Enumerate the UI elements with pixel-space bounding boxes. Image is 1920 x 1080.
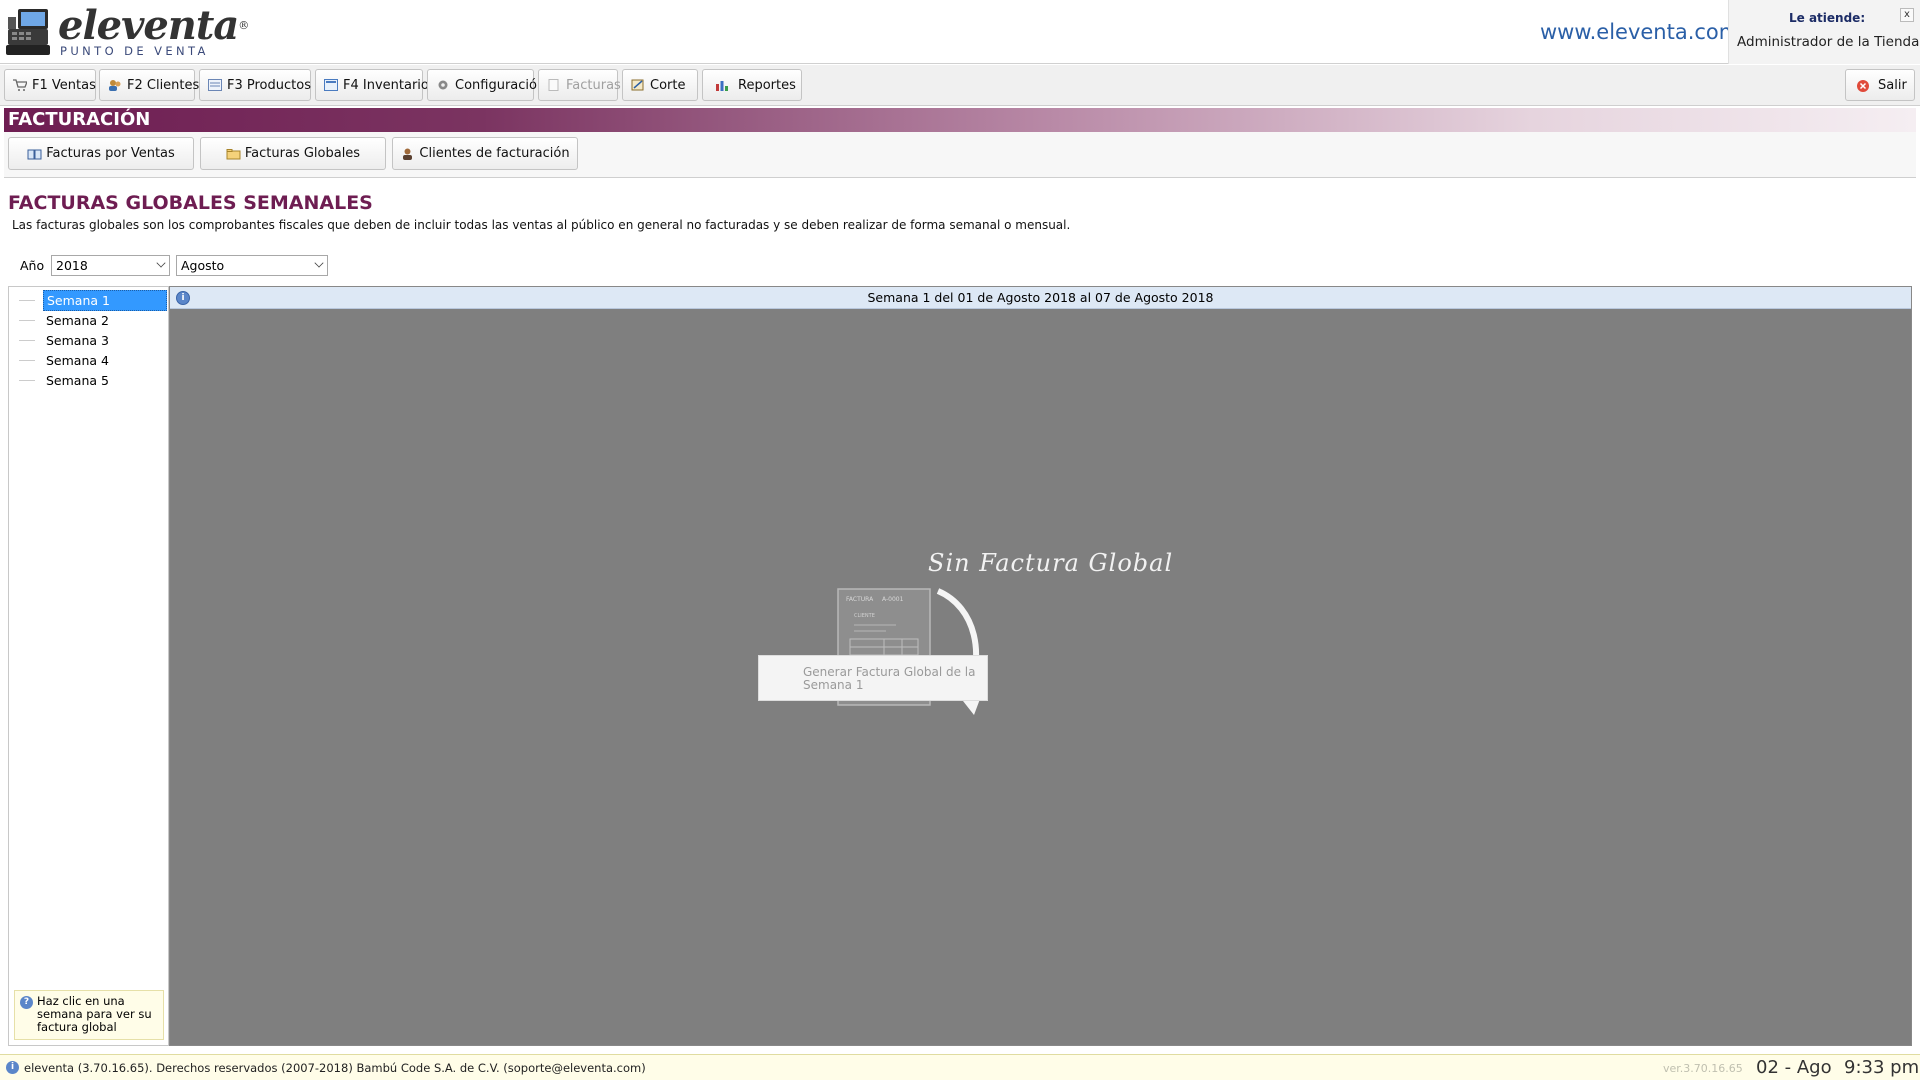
attendant-name: Administrador de la Tienda: [1737, 34, 1920, 50]
toolbar-clientes-label: F2 Clientes: [127, 77, 200, 93]
illus-doc-title: FACTURA: [846, 596, 874, 603]
tab-clientes-de-facturacion-label: Clientes de facturación: [419, 146, 570, 161]
chevron-down-icon: [156, 258, 166, 268]
section-title: FACTURACIÓN: [4, 108, 1916, 132]
status-date: 02 - Ago: [1756, 1057, 1832, 1078]
inventory-icon: [324, 79, 338, 91]
info-icon: i: [176, 291, 190, 305]
panel-header-text: Semana 1 del 01 de Agosto 2018 al 07 de …: [867, 290, 1214, 305]
website-link[interactable]: www.eleventa.com: [1540, 20, 1739, 44]
week-item-1[interactable]: Semana 1: [9, 289, 169, 311]
status-text: eleventa (3.70.16.65). Derechos reservad…: [24, 1061, 646, 1075]
toolbar-configuracion-button[interactable]: Configuración: [427, 69, 545, 101]
panel-header: i Semana 1 del 01 de Agosto 2018 al 07 d…: [170, 287, 1911, 309]
main-toolbar: F1 Ventas F2 Clientes F3 Productos F4 In…: [0, 65, 1920, 106]
attendant-label: Le atiende:: [1789, 11, 1866, 25]
year-label: Año: [20, 258, 45, 273]
clients-icon: [108, 79, 122, 91]
week-item-5[interactable]: Semana 5: [9, 370, 169, 390]
week-item-label: Semana 3: [46, 332, 109, 348]
week-item-4[interactable]: Semana 4: [9, 350, 169, 370]
folder-icon: [226, 148, 241, 160]
tab-facturas-globales-label: Facturas Globales: [244, 146, 361, 161]
cart-icon: [13, 79, 28, 91]
week-item-3[interactable]: Semana 3: [9, 330, 169, 350]
empty-state-title: Sin Factura Global: [928, 549, 1174, 577]
toolbar-configuracion-label: Configuración: [455, 77, 546, 93]
toolbar-ventas-button[interactable]: F1 Ventas: [4, 69, 96, 101]
year-select-value: 2018: [56, 258, 88, 273]
chart-icon: [715, 79, 729, 91]
products-icon: [208, 79, 222, 91]
toolbar-productos-button[interactable]: F3 Productos: [199, 69, 311, 101]
week-list: Semana 1 Semana 2 Semana 3 Semana 4 Sema…: [8, 286, 169, 1046]
generate-global-invoice-button[interactable]: Generar Factura Global de la Semana 1: [758, 655, 988, 701]
status-bar: i eleventa (3.70.16.65). Derechos reserv…: [0, 1054, 1920, 1080]
cash-register-icon: [4, 7, 52, 57]
version-label: ver.3.70.16.65: [1663, 1062, 1743, 1075]
week-item-label: Semana 2: [46, 312, 109, 328]
exit-button[interactable]: Salir: [1845, 69, 1915, 101]
month-select[interactable]: Agosto: [176, 255, 328, 276]
exit-label: Salir: [1878, 77, 1907, 93]
app-header: eleventa® PUNTO DE VENTA www.eleventa.co…: [0, 0, 1920, 64]
toolbar-facturas-button[interactable]: Facturas: [538, 69, 621, 101]
tab-facturas-por-ventas[interactable]: Facturas por Ventas: [8, 137, 194, 170]
info-icon: ?: [20, 996, 33, 1009]
info-icon: i: [6, 1061, 19, 1074]
toolbar-reportes-button[interactable]: Reportes: [702, 69, 802, 101]
toolbar-reportes-label: Reportes: [738, 77, 796, 93]
toolbar-ventas-label: F1 Ventas: [32, 77, 96, 93]
illus-doc-number: A-0001: [882, 596, 904, 603]
attendant-panel: Le atiende: Administrador de la Tienda x: [1728, 0, 1920, 64]
toolbar-inventario-button[interactable]: F4 Inventario: [315, 69, 429, 101]
exit-icon: [1856, 79, 1870, 92]
gear-icon: [436, 79, 450, 91]
week-item-label: Semana 4: [46, 352, 109, 368]
logo-name: eleventa®: [58, 2, 249, 49]
week-detail-panel: i Semana 1 del 01 de Agosto 2018 al 07 d…: [169, 286, 1912, 1046]
year-select[interactable]: 2018: [51, 255, 170, 276]
chevron-down-icon: [314, 258, 324, 268]
page-title: FACTURAS GLOBALES SEMANALES: [8, 192, 373, 214]
week-item-label: Semana 1: [43, 289, 167, 311]
toolbar-corte-button[interactable]: Corte: [622, 69, 698, 101]
tab-facturas-globales[interactable]: Facturas Globales: [200, 137, 386, 170]
month-select-value: Agosto: [181, 258, 225, 273]
toolbar-facturas-label: Facturas: [566, 77, 621, 93]
hint-text: Haz clic en una semana para ver su factu…: [37, 994, 152, 1034]
tab-facturas-por-ventas-label: Facturas por Ventas: [46, 146, 175, 161]
status-time: 9:33 pm: [1844, 1057, 1920, 1078]
close-button[interactable]: x: [1900, 8, 1914, 22]
section-tabs: Facturas por Ventas Facturas Globales Cl…: [4, 132, 1916, 178]
illus-doc-client: CLIENTE: [854, 613, 875, 619]
week-item-2[interactable]: Semana 2: [9, 310, 169, 330]
week-item-label: Semana 5: [46, 372, 109, 388]
cut-icon: [631, 79, 645, 91]
tab-clientes-de-facturacion[interactable]: Clientes de facturación: [392, 137, 578, 170]
toolbar-productos-label: F3 Productos: [227, 77, 311, 93]
page-description: Las facturas globales son los comprobant…: [12, 218, 1071, 232]
toolbar-corte-label: Corte: [650, 77, 686, 93]
logo-subtitle: PUNTO DE VENTA: [60, 44, 209, 58]
book-icon: [27, 148, 42, 160]
toolbar-inventario-label: F4 Inventario: [343, 77, 429, 93]
toolbar-clientes-button[interactable]: F2 Clientes: [99, 69, 199, 101]
main-content: FACTURAS GLOBALES SEMANALES Las facturas…: [0, 180, 1920, 1054]
user-icon: [400, 148, 415, 160]
invoice-icon: [547, 79, 561, 91]
hint-box: ? Haz clic en una semana para ver su fac…: [14, 990, 164, 1040]
logo: eleventa® PUNTO DE VENTA: [4, 2, 249, 58]
